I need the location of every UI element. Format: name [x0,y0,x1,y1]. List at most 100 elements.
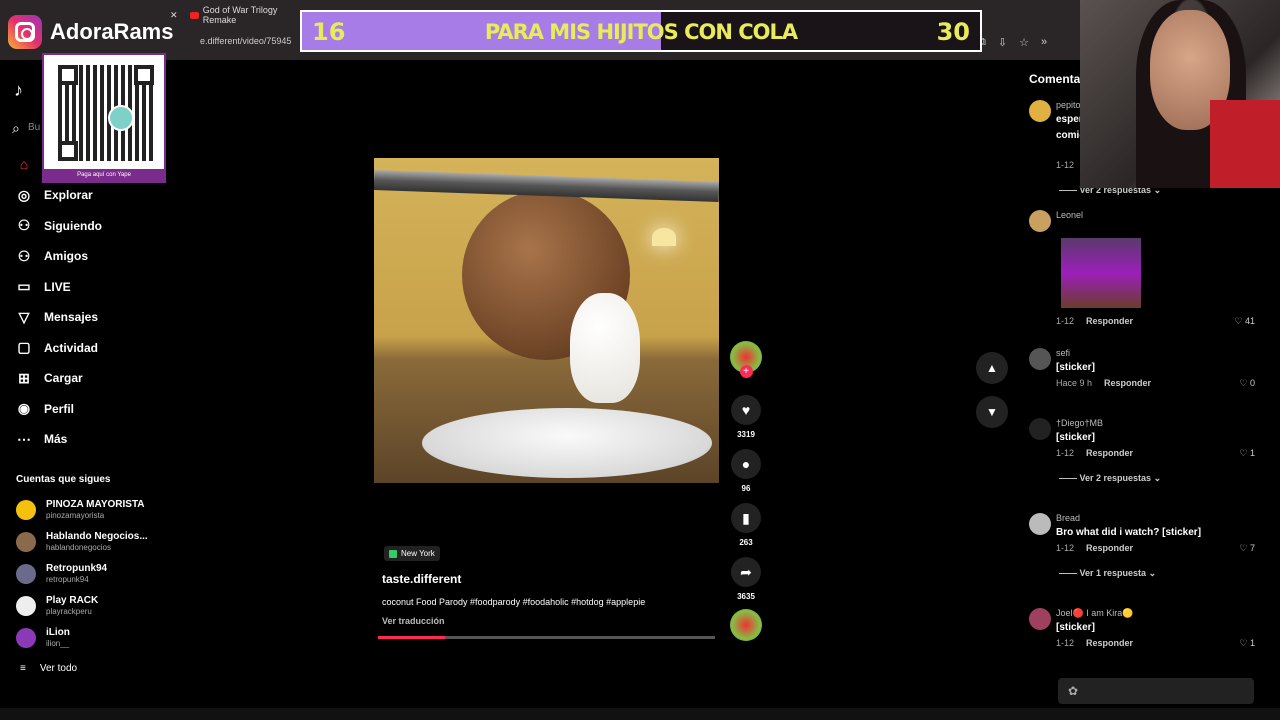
sidebar-item-upload[interactable]: ⊞ Cargar [16,367,83,389]
account-name: Retropunk94 [46,563,108,574]
following-title: Cuentas que sigues [16,474,111,485]
more-icon: ⋯ [17,430,31,447]
video-author[interactable]: taste.different [382,572,461,586]
browser-toolbar: ⧉ ⇩ ☆ » [978,36,1073,52]
avatar[interactable] [1029,100,1051,122]
comment-icon[interactable]: ● [731,449,761,479]
author-avatar-button[interactable]: + [730,341,762,378]
video-progress-bar[interactable] [378,636,715,639]
reply-button[interactable]: Responder [1086,316,1133,326]
comment-date: 1-12 [1056,543,1075,553]
comment-user[interactable]: Leonel [1056,210,1083,220]
heart-icon[interactable]: ♥ [731,395,761,425]
location-badge[interactable]: New York [384,546,440,561]
star-icon[interactable]: ☆ [1019,36,1029,52]
comment-user[interactable]: Bread [1056,513,1080,523]
comment-like-count: 7 [1249,543,1255,553]
emoji-icon[interactable]: ✿ [1068,684,1078,698]
instagram-icon [8,15,42,49]
sidebar-item-following[interactable]: ⚇ Siguiendo [16,215,102,237]
comment-like-button[interactable]: ♡ 0 [1239,378,1255,389]
comment-user[interactable]: pepito [1056,100,1081,110]
comment-like-button[interactable]: ♡ 7 [1239,543,1255,554]
search-input[interactable]: Bu [28,122,40,133]
comment-user[interactable]: Joel🔴 I am Kira🟡 [1056,608,1133,619]
follow-plus-icon[interactable]: + [739,365,753,378]
see-all-label: Ver todo [39,663,78,674]
comment-like-button[interactable]: ♡ 1 [1239,448,1255,459]
comment-input[interactable]: ✿ [1058,678,1254,704]
lamp [652,228,676,246]
previous-video-button[interactable]: ▲ [976,352,1008,384]
account-name: iLion [46,627,70,638]
sidebar-item-compass[interactable]: ◎ Explorar [16,184,93,206]
search-icon[interactable]: ⌕ [12,120,20,137]
share-icon[interactable]: ➦ [731,557,761,587]
following-account[interactable]: Hablando Negocios... hablandonegocios [16,528,148,556]
extension-icon[interactable]: » [1041,36,1047,52]
comment-text: Bro what did i watch? [sticker] [1056,527,1202,538]
sidebar-item-messages[interactable]: ▽ Mensajes [16,306,98,328]
music-disc-button[interactable] [730,609,762,641]
sticker-image[interactable] [1061,238,1141,308]
sidebar-item-live[interactable]: ▭ LIVE [16,276,70,298]
avatar[interactable] [1029,210,1051,232]
avatar[interactable] [1029,418,1051,440]
sidebar-item-home[interactable]: ⌂ [16,153,32,175]
messages-icon: ▽ [18,308,30,325]
chevron-up-icon: ▲ [986,361,998,375]
download-icon[interactable]: ⇩ [998,36,1007,52]
comment-user[interactable]: †Diego†MB [1056,418,1103,428]
address-bar[interactable]: e.different/video/75945 [200,36,310,52]
share-action[interactable]: ➦ 3635 [730,557,762,601]
avatar[interactable] [1029,608,1051,630]
sidebar-item-more[interactable]: ⋯ Más [16,428,67,450]
reply-button[interactable]: Responder [1086,543,1133,553]
translate-link[interactable]: Ver traducción [382,616,445,626]
video-player[interactable] [374,158,719,483]
sidebar-item-label: Siguiendo [44,218,102,233]
comment-meta: 1-12 Responder [1056,316,1133,326]
comment-like-button[interactable]: ♡ 1 [1239,638,1255,649]
following-account[interactable]: Retropunk94 retropunk94 [16,560,107,588]
like-count: 3319 [737,430,755,439]
sidebar-item-friends[interactable]: ⚇ Amigos [16,245,88,267]
comment-like-count: 0 [1249,378,1255,388]
upload-icon: ⊞ [18,369,30,386]
view-replies-button[interactable]: —— Ver 1 respuesta ⌄ [1059,568,1156,579]
tab-god-of-war[interactable]: God of War Trilogy Remake [190,4,310,26]
next-video-button[interactable]: ▼ [976,396,1008,428]
save-action[interactable]: ▮ 263 [730,503,762,547]
comment-text: esper [1056,114,1083,125]
comment-user[interactable]: sefi [1056,348,1070,358]
following-account[interactable]: PINOZA MAYORISTA pinozamayorista [16,496,145,524]
location-icon [389,549,397,558]
reply-button[interactable]: Responder [1104,378,1151,388]
bookmark-icon[interactable]: ▮ [731,503,761,533]
reply-button[interactable]: Responder [1086,638,1133,648]
following-account[interactable]: Play RACK playrackperu [16,592,98,620]
sidebar-item-profile[interactable]: ◉ Perfil [16,398,74,420]
qr-caption: Paga aquí con Yape [44,169,164,181]
see-all-button[interactable]: ≡ Ver todo [20,663,77,674]
comment-action[interactable]: ● 96 [730,449,762,493]
account-name: PINOZA MAYORISTA [46,499,145,510]
following-account[interactable]: iLion ilion__ [16,624,70,652]
sidebar-item-activity[interactable]: ▢ Actividad [16,337,98,359]
avatar[interactable] [1029,348,1051,370]
view-replies-label: Ver 1 respuesta [1079,568,1147,578]
view-replies-button[interactable]: —— Ver 2 respuestas ⌄ [1059,473,1161,484]
home-icon: ⌂ [19,156,29,172]
save-count: 263 [739,538,753,547]
reply-button[interactable]: Responder [1086,448,1133,458]
comment-meta: 1-12 Responder [1056,543,1133,553]
like-action[interactable]: ♥ 3319 [730,395,762,439]
location-label: New York [401,549,435,558]
taskbar [0,708,1280,720]
comment-date: 1-12 [1056,448,1075,458]
friends-icon: ⚇ [17,247,31,264]
comment-like-button[interactable]: ♡ 41 [1234,316,1255,327]
view-replies-label: Ver 2 respuestas [1079,473,1152,483]
avatar[interactable] [1029,513,1051,535]
tiktok-logo-icon[interactable]: ♪ [14,80,23,101]
